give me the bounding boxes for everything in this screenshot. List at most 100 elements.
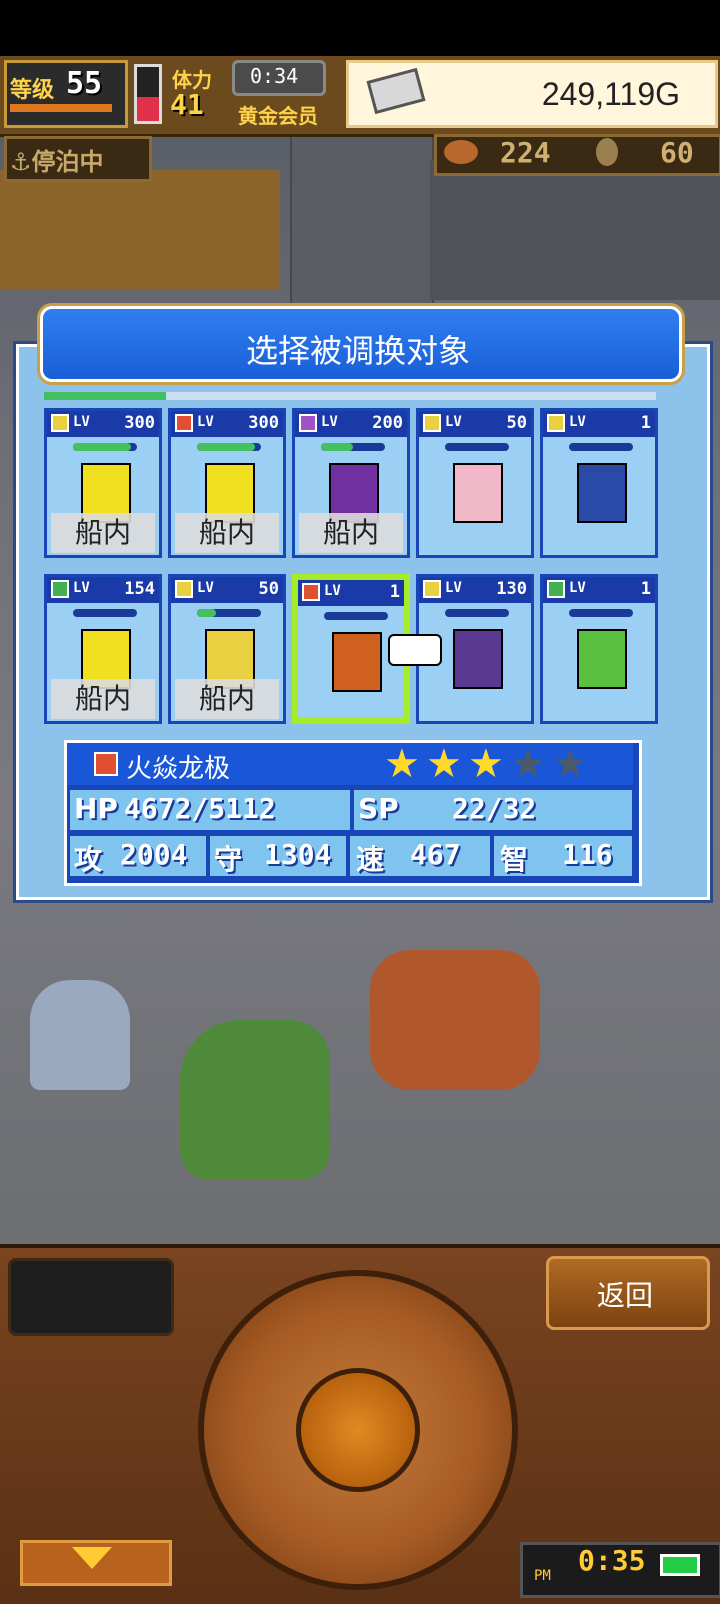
- star-filled-icon: ★: [468, 741, 504, 787]
- down-arrow-icon: [72, 1547, 112, 1569]
- def-label: 守: [214, 843, 243, 876]
- monster-card[interactable]: LV 50: [416, 408, 534, 558]
- orange-dragon-sprite[interactable]: [370, 950, 540, 1090]
- hp-bar-fill: [321, 443, 353, 451]
- sp-value: 22/32: [452, 792, 537, 825]
- stamina-value: 41: [170, 88, 204, 121]
- medal-icon: [596, 138, 618, 166]
- level-tag: LV: [569, 580, 586, 596]
- monster-level: 200: [372, 413, 403, 433]
- green-dragon-sprite[interactable]: [180, 1020, 330, 1180]
- exp-bar: [10, 104, 112, 112]
- clock-ampm: PM: [534, 1568, 551, 1584]
- thunder-element-icon: [423, 580, 441, 598]
- hp-bar: [445, 609, 509, 617]
- hp-label: HP: [74, 792, 118, 825]
- fire-element-icon: [302, 583, 320, 601]
- castle-tower: [290, 134, 434, 328]
- monster-level: 300: [124, 413, 155, 433]
- pointer-hand-icon: [388, 634, 442, 666]
- level-tag: LV: [197, 414, 214, 430]
- sp-label: SP: [358, 792, 399, 825]
- house-roof: [0, 170, 280, 290]
- monster-level: 1: [640, 579, 651, 599]
- atk-value: 2004: [120, 838, 188, 871]
- medal-count: 60: [660, 136, 694, 169]
- monster-card[interactable]: LV 154 船内: [44, 574, 162, 724]
- hp-bar: [73, 443, 137, 451]
- hp-bar-fill: [73, 443, 131, 451]
- stamina-gauge-fill: [137, 97, 159, 121]
- monster-card[interactable]: LV 50 船内: [168, 574, 286, 724]
- atk-label: 攻: [74, 843, 103, 876]
- hp-value: 4672/5112: [124, 792, 276, 825]
- monster-sprite: [577, 463, 627, 523]
- monster-card[interactable]: LV 300 船内: [168, 408, 286, 558]
- stamina-timer: 0:34: [250, 64, 299, 88]
- thunder-element-icon: [175, 580, 193, 598]
- battery-icon: [660, 1554, 700, 1576]
- monster-card[interactable]: LV 1: [540, 408, 658, 558]
- monster-level: 154: [124, 579, 155, 599]
- onboard-label: 船内: [51, 513, 155, 553]
- monster-level: 1: [640, 413, 651, 433]
- fountain: [30, 980, 130, 1090]
- thunder-element-icon: [547, 414, 565, 432]
- dpad-confirm-button[interactable]: [296, 1368, 420, 1492]
- monster-name: 火焱龙极: [126, 754, 231, 784]
- back-button-label[interactable]: 返回: [546, 1274, 704, 1314]
- monster-level: 300: [248, 413, 279, 433]
- anchor-icon: ⚓: [10, 148, 32, 176]
- monster-card[interactable]: LV 200 船内: [292, 408, 410, 558]
- level-value: 55: [66, 66, 103, 101]
- wind-element-icon: [547, 580, 565, 598]
- thunder-element-icon: [51, 414, 69, 432]
- int-label: 智: [500, 843, 529, 876]
- food-count: 224: [500, 136, 551, 169]
- hp-bar: [321, 443, 385, 451]
- fire-element-icon: [94, 752, 118, 776]
- level-tag: LV: [73, 580, 90, 596]
- onboard-label: 船内: [175, 679, 279, 719]
- onboard-label: 船内: [51, 679, 155, 719]
- level-label: 等级: [10, 78, 55, 103]
- monster-level: 50: [506, 413, 527, 433]
- monster-sprite: [577, 629, 627, 689]
- star-filled-icon: ★: [384, 741, 420, 787]
- dialog-scroll-fill: [44, 392, 166, 400]
- hp-bar: [569, 443, 633, 451]
- monster-sprite: [453, 629, 503, 689]
- level-tag: LV: [197, 580, 214, 596]
- level-tag: LV: [445, 414, 462, 430]
- clock-time: 0:35: [578, 1544, 646, 1577]
- hp-bar: [445, 443, 509, 451]
- spd-value: 467: [410, 838, 461, 871]
- hp-bar: [569, 609, 633, 617]
- hp-bar: [324, 612, 388, 620]
- fire-element-icon: [175, 414, 193, 432]
- onboard-label: 船内: [299, 513, 403, 553]
- meat-icon: [444, 140, 478, 164]
- monster-card[interactable]: LV 1: [540, 574, 658, 724]
- castle-wall: [430, 160, 720, 300]
- hp-bar-fill: [197, 609, 216, 617]
- dialog-title: 选择被调换对象: [245, 333, 470, 369]
- hp-bar: [197, 609, 261, 617]
- menu-slot[interactable]: [8, 1258, 174, 1336]
- spd-label: 速: [356, 843, 385, 876]
- level-tag: LV: [569, 414, 586, 430]
- monster-level: 1: [389, 582, 400, 602]
- level-tag: LV: [73, 414, 90, 430]
- level-tag: LV: [324, 583, 341, 599]
- harbor-status-label: ⚓停泊中: [10, 142, 104, 177]
- gold-amount: 249,119G: [541, 76, 680, 112]
- int-value: 116: [562, 838, 613, 871]
- harbor-status-text: 停泊中: [31, 148, 104, 176]
- membership-badge: 黄金会员: [238, 104, 318, 128]
- monster-level: 50: [258, 579, 279, 599]
- thunder-element-icon: [423, 414, 441, 432]
- wind-element-icon: [51, 580, 69, 598]
- hp-bar: [197, 443, 261, 451]
- monster-level: 130: [496, 579, 527, 599]
- monster-card[interactable]: LV 300 船内: [44, 408, 162, 558]
